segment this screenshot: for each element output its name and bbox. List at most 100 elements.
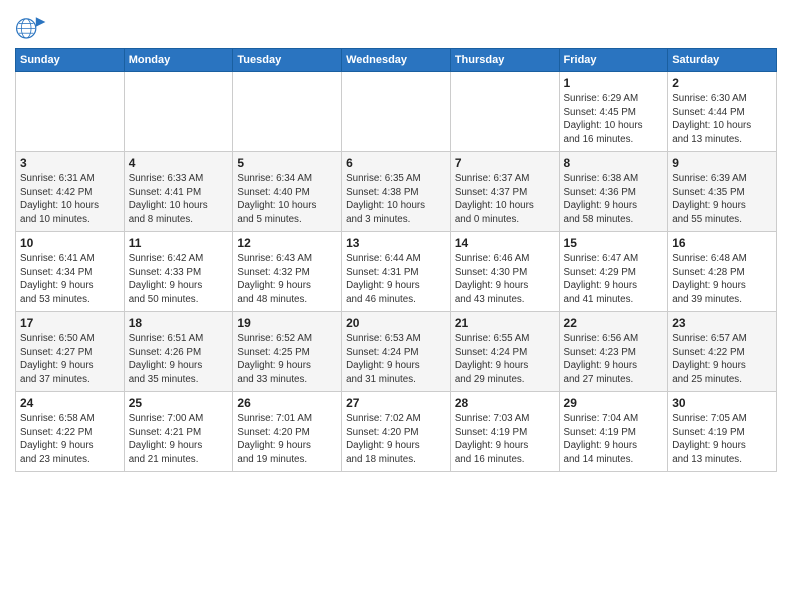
day-info: Sunrise: 6:35 AM Sunset: 4:38 PM Dayligh… <box>346 172 446 227</box>
logo <box>15 14 51 42</box>
day-number: 19 <box>237 316 337 330</box>
table-row: 4Sunrise: 6:33 AM Sunset: 4:41 PM Daylig… <box>124 152 233 232</box>
day-number: 15 <box>564 236 664 250</box>
table-row: 3Sunrise: 6:31 AM Sunset: 4:42 PM Daylig… <box>16 152 125 232</box>
weekday-header-row: SundayMondayTuesdayWednesdayThursdayFrid… <box>16 49 777 72</box>
day-number: 29 <box>564 396 664 410</box>
day-number: 12 <box>237 236 337 250</box>
table-row: 30 Sunrise: 7:05 AM Sunset: 4:19 PM Dayli… <box>668 392 777 472</box>
day-number: 30 <box>672 396 772 410</box>
day-info: Sunrise: 6:42 AM Sunset: 4:33 PM Dayligh… <box>129 252 229 307</box>
day-number: 28 <box>455 396 555 410</box>
table-row: 17 Sunrise: 6:50 AM Sunset: 4:27 PM Dayli… <box>16 312 125 392</box>
table-row: 26Sunrise: 7:01 AM Sunset: 4:20 PM Dayli… <box>233 392 342 472</box>
day-number: 7 <box>455 156 555 170</box>
day-info: Sunrise: 7:04 AM Sunset: 4:19 PM Dayligh… <box>564 412 664 467</box>
table-row: 8Sunrise: 6:38 AM Sunset: 4:36 PM Daylig… <box>559 152 668 232</box>
weekday-header: Tuesday <box>233 49 342 72</box>
day-info: Sunrise: 6:41 AM Sunset: 4:34 PM Dayligh… <box>20 252 120 307</box>
day-number: 6 <box>346 156 446 170</box>
table-row: 23 Sunrise: 6:57 AM Sunset: 4:22 PM Dayli… <box>668 312 777 392</box>
table-row: 24 Sunrise: 6:58 AM Sunset: 4:22 PM Dayli… <box>16 392 125 472</box>
calendar-week-row: 3Sunrise: 6:31 AM Sunset: 4:42 PM Daylig… <box>16 152 777 232</box>
table-row: 14 Sunrise: 6:46 AM Sunset: 4:30 PM Dayli… <box>450 232 559 312</box>
day-info: Sunrise: 6:52 AM Sunset: 4:25 PM Dayligh… <box>237 332 337 387</box>
day-info: Sunrise: 6:39 AM Sunset: 4:35 PM Dayligh… <box>672 172 772 227</box>
day-info: Sunrise: 6:56 AM Sunset: 4:23 PM Dayligh… <box>564 332 664 387</box>
table-row <box>450 72 559 152</box>
day-info: Sunrise: 6:31 AM Sunset: 4:42 PM Dayligh… <box>20 172 120 227</box>
day-number: 26 <box>237 396 337 410</box>
logo-icon <box>15 14 47 42</box>
table-row: 22 Sunrise: 6:56 AM Sunset: 4:23 PM Dayli… <box>559 312 668 392</box>
day-number: 18 <box>129 316 229 330</box>
day-info: Sunrise: 6:57 AM Sunset: 4:22 PM Dayligh… <box>672 332 772 387</box>
day-number: 11 <box>129 236 229 250</box>
table-row <box>124 72 233 152</box>
table-row: 21 Sunrise: 6:55 AM Sunset: 4:24 PM Dayli… <box>450 312 559 392</box>
calendar-header: SundayMondayTuesdayWednesdayThursdayFrid… <box>16 49 777 72</box>
calendar: SundayMondayTuesdayWednesdayThursdayFrid… <box>15 48 777 472</box>
day-number: 23 <box>672 316 772 330</box>
day-number: 17 <box>20 316 120 330</box>
weekday-header: Sunday <box>16 49 125 72</box>
table-row: 20 Sunrise: 6:53 AM Sunset: 4:24 PM Dayli… <box>342 312 451 392</box>
day-number: 24 <box>20 396 120 410</box>
day-number: 27 <box>346 396 446 410</box>
day-number: 25 <box>129 396 229 410</box>
table-row: 15 Sunrise: 6:47 AM Sunset: 4:29 PM Dayli… <box>559 232 668 312</box>
table-row: 13Sunrise: 6:44 AM Sunset: 4:31 PM Dayli… <box>342 232 451 312</box>
table-row: 6 Sunrise: 6:35 AM Sunset: 4:38 PM Daylig… <box>342 152 451 232</box>
table-row: 2 Sunrise: 6:30 AM Sunset: 4:44 PM Daylig… <box>668 72 777 152</box>
calendar-week-row: 17 Sunrise: 6:50 AM Sunset: 4:27 PM Dayli… <box>16 312 777 392</box>
day-number: 16 <box>672 236 772 250</box>
table-row: 11 Sunrise: 6:42 AM Sunset: 4:33 PM Dayli… <box>124 232 233 312</box>
day-info: Sunrise: 6:47 AM Sunset: 4:29 PM Dayligh… <box>564 252 664 307</box>
day-info: Sunrise: 7:05 AM Sunset: 4:19 PM Dayligh… <box>672 412 772 467</box>
weekday-header: Monday <box>124 49 233 72</box>
day-info: Sunrise: 6:34 AM Sunset: 4:40 PM Dayligh… <box>237 172 337 227</box>
day-info: Sunrise: 6:55 AM Sunset: 4:24 PM Dayligh… <box>455 332 555 387</box>
day-number: 9 <box>672 156 772 170</box>
day-info: Sunrise: 6:29 AM Sunset: 4:45 PM Dayligh… <box>564 92 664 147</box>
day-info: Sunrise: 6:50 AM Sunset: 4:27 PM Dayligh… <box>20 332 120 387</box>
calendar-week-row: 10Sunrise: 6:41 AM Sunset: 4:34 PM Dayli… <box>16 232 777 312</box>
weekday-header: Friday <box>559 49 668 72</box>
table-row: 27Sunrise: 7:02 AM Sunset: 4:20 PM Dayli… <box>342 392 451 472</box>
table-row: 12 Sunrise: 6:43 AM Sunset: 4:32 PM Dayli… <box>233 232 342 312</box>
table-row: 28 Sunrise: 7:03 AM Sunset: 4:19 PM Dayli… <box>450 392 559 472</box>
table-row: 1Sunrise: 6:29 AM Sunset: 4:45 PM Daylig… <box>559 72 668 152</box>
day-number: 22 <box>564 316 664 330</box>
day-info: Sunrise: 6:58 AM Sunset: 4:22 PM Dayligh… <box>20 412 120 467</box>
table-row: 19 Sunrise: 6:52 AM Sunset: 4:25 PM Dayli… <box>233 312 342 392</box>
day-number: 13 <box>346 236 446 250</box>
day-info: Sunrise: 6:51 AM Sunset: 4:26 PM Dayligh… <box>129 332 229 387</box>
table-row: 9 Sunrise: 6:39 AM Sunset: 4:35 PM Daylig… <box>668 152 777 232</box>
table-row: 16 Sunrise: 6:48 AM Sunset: 4:28 PM Dayli… <box>668 232 777 312</box>
calendar-week-row: 24 Sunrise: 6:58 AM Sunset: 4:22 PM Dayli… <box>16 392 777 472</box>
table-row: 29 Sunrise: 7:04 AM Sunset: 4:19 PM Dayli… <box>559 392 668 472</box>
day-info: Sunrise: 7:00 AM Sunset: 4:21 PM Dayligh… <box>129 412 229 467</box>
calendar-body: 1Sunrise: 6:29 AM Sunset: 4:45 PM Daylig… <box>16 72 777 472</box>
day-number: 5 <box>237 156 337 170</box>
table-row <box>342 72 451 152</box>
day-info: Sunrise: 6:30 AM Sunset: 4:44 PM Dayligh… <box>672 92 772 147</box>
table-row: 7Sunrise: 6:37 AM Sunset: 4:37 PM Daylig… <box>450 152 559 232</box>
day-info: Sunrise: 6:53 AM Sunset: 4:24 PM Dayligh… <box>346 332 446 387</box>
table-row: 10Sunrise: 6:41 AM Sunset: 4:34 PM Dayli… <box>16 232 125 312</box>
table-row <box>16 72 125 152</box>
day-number: 21 <box>455 316 555 330</box>
day-info: Sunrise: 6:46 AM Sunset: 4:30 PM Dayligh… <box>455 252 555 307</box>
day-number: 14 <box>455 236 555 250</box>
header <box>15 10 777 42</box>
table-row: 5 Sunrise: 6:34 AM Sunset: 4:40 PM Daylig… <box>233 152 342 232</box>
table-row <box>233 72 342 152</box>
day-info: Sunrise: 6:48 AM Sunset: 4:28 PM Dayligh… <box>672 252 772 307</box>
day-info: Sunrise: 6:33 AM Sunset: 4:41 PM Dayligh… <box>129 172 229 227</box>
day-number: 2 <box>672 76 772 90</box>
day-number: 20 <box>346 316 446 330</box>
day-info: Sunrise: 6:43 AM Sunset: 4:32 PM Dayligh… <box>237 252 337 307</box>
weekday-header: Thursday <box>450 49 559 72</box>
day-info: Sunrise: 7:03 AM Sunset: 4:19 PM Dayligh… <box>455 412 555 467</box>
table-row: 18 Sunrise: 6:51 AM Sunset: 4:26 PM Dayli… <box>124 312 233 392</box>
